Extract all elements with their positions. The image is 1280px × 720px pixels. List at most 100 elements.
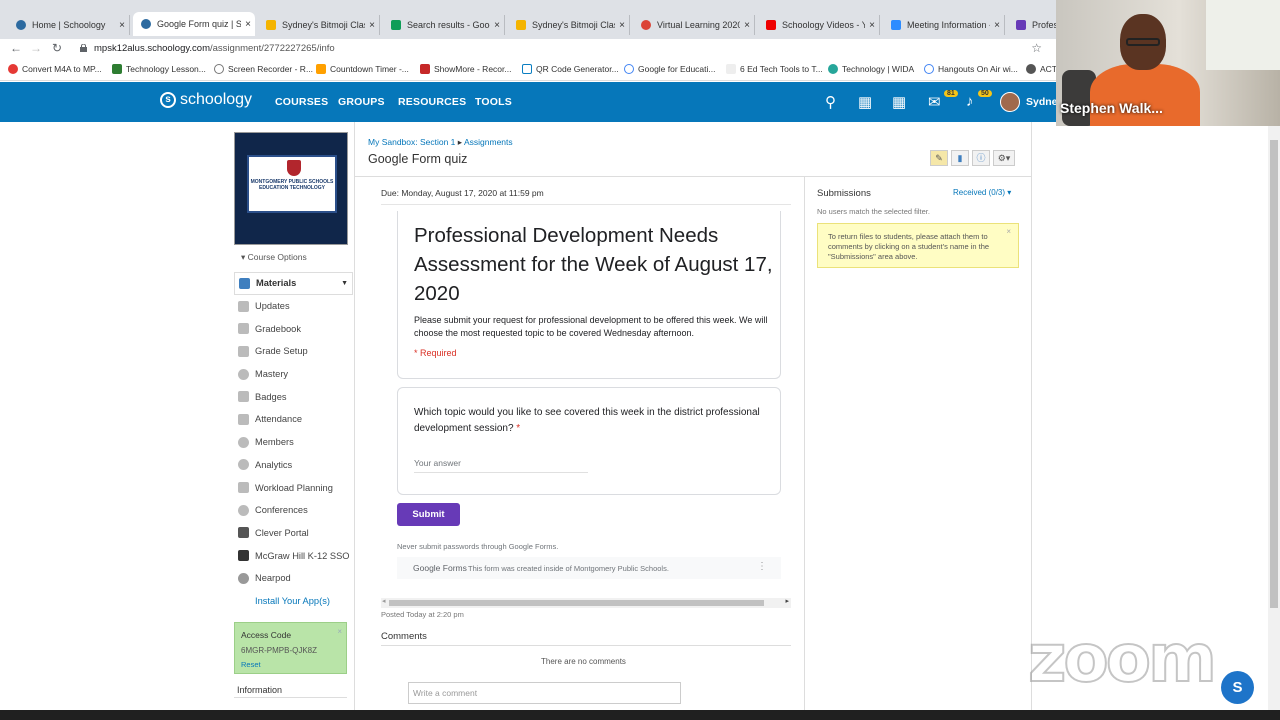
dropdown-caret-icon[interactable]: ▼ [341,280,348,287]
course-options-toggle[interactable]: ▾ Course Options [241,252,307,263]
sidebar-item-grade-setup[interactable]: Grade Setup [234,340,353,363]
scroll-right-icon[interactable]: ▸ [785,597,789,605]
updates-icon [238,300,249,312]
breadcrumb-section-link[interactable]: My Sandbox: Section 1 [368,137,455,147]
answer-input[interactable]: Your answer [414,458,588,473]
nav-groups[interactable]: GROUPS [338,96,385,108]
sidebar-item-analytics[interactable]: Analytics [234,454,353,477]
browser-tab[interactable]: Sydney's Bitmoji Class × [508,15,630,35]
scroll-left-icon[interactable]: ◂ [382,597,386,605]
close-tab-icon[interactable]: × [615,20,629,31]
avatar[interactable] [1000,92,1020,112]
nav-resources[interactable]: RESOURCES [398,96,466,108]
google-icon [924,64,934,74]
horizontal-scrollbar[interactable]: ◂ ▸ [381,598,791,608]
gear-icon[interactable]: ⚙▾ [993,150,1015,166]
bookmark-item[interactable]: ShowMore - Recor... [420,64,511,74]
forward-arrow-icon[interactable]: → [30,41,42,55]
browser-tab[interactable]: Schoology Videos - Yo × [758,15,880,35]
browser-tab-active[interactable]: Google Form quiz | Sch × [133,12,255,36]
browser-tab[interactable]: Search results - Googl × [383,15,505,35]
drive-favicon-icon [391,20,401,30]
bookmark-item[interactable]: Google for Educati... [624,64,716,74]
install-apps-link[interactable]: Install Your App(s) [234,590,353,613]
access-code-box: Access Code × 6MGR-PMPB-QJK8Z Reset [234,622,347,674]
course-sidebar-menu: Materials ▼ Updates Gradebook Grade Setup… [234,272,353,612]
bookmark-item[interactable]: Technology Lesson... [112,64,206,74]
bookmark-item[interactable]: Convert M4A to MP... [8,64,102,74]
sidebar-item-conferences[interactable]: Conferences [234,499,353,522]
mail-icon[interactable]: ✉ [928,93,941,111]
schoology-logo[interactable]: s schoology [160,91,252,109]
sidebar-item-nearpod[interactable]: Nearpod [234,567,353,590]
question-card: Which topic would you like to see covere… [397,387,781,495]
close-tab-icon[interactable]: × [990,20,1004,31]
page-scrollbar[interactable] [1268,126,1280,710]
close-tab-icon[interactable]: × [490,20,504,31]
close-tab-icon[interactable]: × [865,20,879,31]
apps-grid-icon[interactable]: ▦ [858,93,872,111]
google-forms-logo[interactable]: Google Forms [413,563,467,573]
browser-tab[interactable]: Sydney's Bitmoji Class × [258,15,380,35]
breadcrumb: My Sandbox: Section 1 ▸ Assignments [368,137,513,147]
close-tab-icon[interactable]: × [740,20,754,31]
bookmark-star-icon[interactable]: ☆ [1031,41,1042,55]
sidebar-item-clever-portal[interactable]: Clever Portal [234,522,353,545]
google-forms-footer: Google Forms This form was created insid… [397,557,781,579]
stats-icon[interactable]: ▮ [951,150,969,166]
nav-courses[interactable]: COURSES [275,96,328,108]
access-code-reset-link[interactable]: Reset [241,660,261,669]
glasses [1126,38,1160,46]
workload-planning-icon [238,482,249,494]
sidebar-item-gradebook[interactable]: Gradebook [234,317,353,340]
notification-bell-icon[interactable]: ♪ [966,93,974,110]
close-tab-icon[interactable]: × [115,20,129,31]
bookmark-item[interactable]: Screen Recorder - R... [214,64,313,74]
no-users-text: No users match the selected filter. [817,207,930,216]
browser-tab[interactable]: Meeting Information - × [883,15,1005,35]
submit-button[interactable]: Submit [397,503,460,526]
help-chat-button[interactable]: S [1221,671,1254,704]
more-options-icon[interactable]: ⋮ [757,561,767,572]
google-icon [624,64,634,74]
form-title: Professional Development Needs Assessmen… [414,224,773,305]
bookmark-item[interactable]: Technology | WIDA [828,64,914,74]
browser-tab[interactable]: Virtual Learning 2020- × [633,15,755,35]
received-filter-dropdown[interactable]: Received (0/3) ▾ [953,188,1011,197]
bookmark-item[interactable]: Countdown Timer -... [316,64,409,74]
close-tab-icon[interactable]: × [241,19,255,30]
sidebar-item-materials[interactable]: Materials ▼ [234,272,353,295]
comment-input[interactable]: Write a comment [408,682,681,704]
breadcrumb-assignments-link[interactable]: Assignments [464,137,513,147]
url-field[interactable]: mpsk12alus.schoology.com/assignment/2772… [94,43,335,54]
nav-tools[interactable]: TOOLS [475,96,512,108]
back-arrow-icon[interactable]: ← [10,41,22,55]
close-tab-icon[interactable]: × [365,20,379,31]
info-icon[interactable]: ⓘ [972,150,990,166]
reload-icon[interactable]: ↻ [52,41,62,55]
analytics-icon [238,459,249,471]
bookmark-item[interactable]: 6 Ed Tech Tools to T... [726,64,823,74]
search-icon[interactable]: ⚲ [825,93,836,111]
scrollbar-thumb[interactable] [1270,140,1278,608]
calendar-icon[interactable]: ▦ [892,93,906,111]
sidebar-item-mastery[interactable]: Mastery [234,363,353,386]
sidebar-item-updates[interactable]: Updates [234,295,353,318]
bookmark-item[interactable]: ACT [1026,64,1057,74]
browser-tab[interactable]: Home | Schoology × [8,15,130,35]
sidebar-item-mcgraw-hill[interactable]: McGraw Hill K-12 SSO [234,544,353,567]
bookmark-favicon-icon [316,64,326,74]
sidebar-item-members[interactable]: Members [234,431,353,454]
sidebar-item-attendance[interactable]: Attendance [234,408,353,431]
required-note: * Required [414,348,457,358]
scrollbar-thumb[interactable] [389,600,764,606]
bookmark-item[interactable]: Hangouts On Air wi... [924,64,1018,74]
mail-count-badge: 81 [944,90,958,97]
close-icon[interactable]: × [1006,227,1011,237]
sidebar-item-workload-planning[interactable]: Workload Planning [234,476,353,499]
edit-icon[interactable]: ✎ [930,150,948,166]
sidebar-item-badges[interactable]: Badges [234,385,353,408]
bookmark-item[interactable]: QR Code Generator... [522,64,619,74]
access-code-title: Access Code [241,630,292,640]
close-icon[interactable]: × [337,627,342,636]
